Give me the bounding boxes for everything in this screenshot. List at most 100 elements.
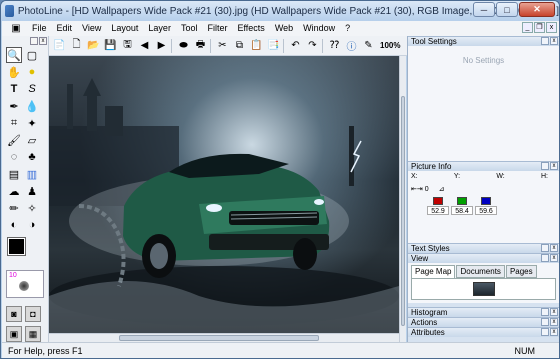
panel-pin-icon[interactable] <box>541 328 549 336</box>
menu-window[interactable]: Window <box>298 21 340 36</box>
stamp-tool-icon[interactable]: ♟ <box>24 183 40 199</box>
actions-header[interactable]: Actions x <box>408 317 559 327</box>
open-folder-icon[interactable]: 📂 <box>86 38 101 53</box>
eraser-icon[interactable]: ▱ <box>24 132 40 148</box>
foreground-color[interactable] <box>7 237 26 256</box>
redo-icon[interactable]: ↷ <box>305 38 320 53</box>
menu-effects[interactable]: Effects <box>232 21 269 36</box>
quick-mask-icon[interactable]: ◘ <box>25 306 41 322</box>
menu-tool[interactable]: Tool <box>176 21 203 36</box>
fullscreen-mode-icon[interactable]: ▦ <box>25 326 41 342</box>
clone-stamp-icon[interactable]: ♣ <box>24 149 40 165</box>
horizontal-scrollbar[interactable] <box>49 333 399 342</box>
blur-tool-icon[interactable]: ✧ <box>24 200 40 216</box>
tab-page-map[interactable]: Page Map <box>411 265 456 278</box>
scan-icon[interactable]: ⬬ <box>176 38 191 53</box>
pencil-tool-icon[interactable]: ✏ <box>6 200 22 216</box>
right-dock: Tool Settings x No Settings Picture Info… <box>407 36 559 342</box>
path-text-tool-icon[interactable]: S <box>24 81 40 97</box>
panel-pin-icon[interactable] <box>541 162 549 170</box>
back-arrow-icon[interactable]: ◀ <box>137 38 152 53</box>
color-swatches[interactable] <box>6 237 44 268</box>
panel-close-icon[interactable]: x <box>550 308 558 316</box>
brush-size: 10 <box>9 272 17 279</box>
menu-filter[interactable]: Filter <box>202 21 232 36</box>
vertical-scrollbar[interactable] <box>399 56 406 342</box>
panel-close-icon[interactable]: x <box>550 328 558 336</box>
zoom-level[interactable]: 100% <box>380 41 400 50</box>
print-icon[interactable]: 🖶 <box>193 38 208 53</box>
tab-pages[interactable]: Pages <box>505 265 537 278</box>
minimize-button[interactable]: ─ <box>473 2 495 17</box>
attributes-header[interactable]: Attributes x <box>408 327 559 337</box>
save-as-icon[interactable]: 🖫 <box>120 38 135 53</box>
sponge-tool-icon[interactable]: ◑ <box>24 217 40 233</box>
panel-pin-icon[interactable] <box>541 254 549 262</box>
info-icon[interactable]: ⓘ <box>344 38 359 53</box>
context-help-icon[interactable]: ⁇ <box>327 38 342 53</box>
menu-layer[interactable]: Layer <box>143 21 176 36</box>
pen-tool-icon[interactable]: ✒ <box>6 98 22 114</box>
tab-documents[interactable]: Documents <box>456 265 505 278</box>
panel-close-icon[interactable]: x <box>550 37 558 45</box>
crop-tool-icon[interactable]: ⌗ <box>6 115 22 131</box>
picture-info-header[interactable]: Picture Info x <box>408 161 559 171</box>
panel-close-icon[interactable]: x <box>550 244 558 252</box>
panel-close-icon[interactable]: x <box>550 254 558 262</box>
paint-brush-icon[interactable]: 🖌 <box>6 132 22 148</box>
paste-icon[interactable]: 📋 <box>249 38 264 53</box>
mask-mode-icon[interactable]: ◙ <box>6 306 22 322</box>
doc-close-button[interactable]: x <box>546 22 557 33</box>
panel-pin-icon[interactable] <box>541 37 549 45</box>
menu-help[interactable]: ? <box>340 21 355 36</box>
document-icon[interactable]: ▣ <box>8 22 24 35</box>
eyedropper-icon[interactable]: 💧 <box>24 98 40 114</box>
tool-settings-header[interactable]: Tool Settings x <box>408 36 559 46</box>
view-mode-icon[interactable]: ▣ <box>6 326 22 342</box>
ellipse-tool-icon[interactable]: ● <box>24 64 40 80</box>
paste-special-icon[interactable]: 📑 <box>266 38 281 53</box>
dodge-tool-icon[interactable]: ◐ <box>6 217 22 233</box>
panel-close-icon[interactable]: x <box>550 318 558 326</box>
doc-restore-button[interactable]: ❐ <box>534 22 545 33</box>
zoom-tool-icon[interactable]: 🔍 <box>6 47 22 63</box>
text-tool-icon[interactable]: T <box>6 81 22 97</box>
panel-pin-icon[interactable] <box>541 308 549 316</box>
gradient-tool-icon[interactable]: ▥ <box>24 166 40 182</box>
text-styles-header[interactable]: Text Styles x <box>408 243 559 253</box>
smudge-tool-icon[interactable]: ☁ <box>6 183 22 199</box>
forward-arrow-icon[interactable]: ▶ <box>154 38 169 53</box>
menu-view[interactable]: View <box>77 21 106 36</box>
cut-icon[interactable]: ✂ <box>215 38 230 53</box>
rectangle-select-icon[interactable]: ▢ <box>24 47 40 63</box>
brush-preview[interactable]: 10 <box>6 270 44 298</box>
image-canvas[interactable] <box>49 56 399 333</box>
panel-close-icon[interactable]: x <box>550 162 558 170</box>
menu-file[interactable]: File <box>27 21 52 36</box>
copy-icon[interactable]: ⧉ <box>232 38 247 53</box>
new-icon[interactable]: 📄 <box>52 38 67 53</box>
menu-web[interactable]: Web <box>270 21 298 36</box>
save-icon[interactable]: 💾 <box>103 38 118 53</box>
undo-icon[interactable]: ↶ <box>288 38 303 53</box>
menu-layout[interactable]: Layout <box>106 21 143 36</box>
magic-wand-icon[interactable]: ✦ <box>24 115 40 131</box>
new-document-icon[interactable]: 🗋 <box>69 38 84 53</box>
hand-tool-icon[interactable]: ✋ <box>6 64 22 80</box>
panel-pin-icon[interactable] <box>541 244 549 252</box>
menu-edit[interactable]: Edit <box>52 21 78 36</box>
page-map-thumbnail[interactable] <box>472 282 495 296</box>
palette-close-button[interactable]: x <box>39 37 47 45</box>
fill-bucket-icon[interactable]: ▤ <box>6 166 22 182</box>
palette-restore-button[interactable] <box>30 37 38 45</box>
page-map-preview[interactable] <box>411 278 556 300</box>
panel-pin-icon[interactable] <box>541 318 549 326</box>
maximize-button[interactable]: □ <box>496 2 518 17</box>
lasso-icon[interactable]: ◌ <box>6 149 22 165</box>
view-title: View <box>411 254 429 263</box>
doc-minimize-button[interactable]: _ <box>522 22 533 33</box>
close-button[interactable]: ✕ <box>519 2 555 17</box>
view-header[interactable]: View x <box>408 253 559 263</box>
eyedropper-tool-icon[interactable]: ✎ <box>361 38 376 53</box>
histogram-header[interactable]: Histogram x <box>408 307 559 317</box>
